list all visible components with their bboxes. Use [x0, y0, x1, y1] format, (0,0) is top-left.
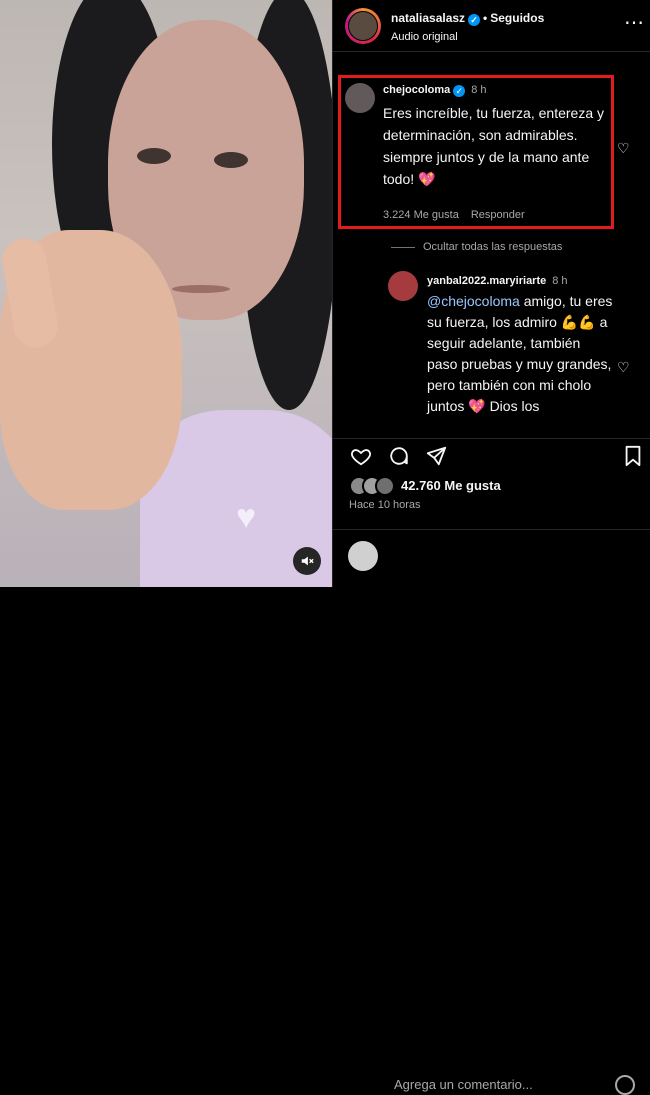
heart-icon: ♥ [236, 498, 257, 536]
hide-replies[interactable]: Ocultar todas las respuestas [391, 241, 562, 253]
post-likes[interactable]: 42.760 Me gusta [401, 478, 501, 493]
separator-dot: • [483, 11, 488, 25]
post-username[interactable]: nataliasalasz ✓ • Seguidos [391, 11, 544, 26]
reply-username[interactable]: yanbal2022.maryiriarte [427, 275, 546, 287]
verified-badge-icon: ✓ [453, 85, 466, 97]
left-eye [137, 148, 171, 164]
bookmark-icon[interactable] [621, 444, 645, 468]
mute-button[interactable] [293, 547, 321, 575]
reply-link[interactable]: Responder [471, 209, 525, 221]
right-eye [214, 152, 248, 168]
share-icon[interactable] [424, 444, 448, 468]
post-actions [333, 438, 650, 470]
more-icon[interactable]: ⋯ [624, 13, 645, 33]
bookmark-icon [625, 445, 641, 467]
heart-outline-icon[interactable]: ♡ [617, 140, 630, 157]
post-time: Hace 10 horas [349, 499, 421, 511]
comment-likes[interactable]: 3.224 Me gusta [383, 209, 459, 221]
comment-input[interactable]: Agrega un comentario... [394, 1077, 533, 1092]
reply-text: @chejocoloma amigo, tu eres su fuerza, l… [427, 291, 613, 417]
heart-outline-icon[interactable] [349, 444, 373, 468]
comment-avatar[interactable] [345, 83, 375, 113]
heart-outline-icon[interactable]: ♡ [617, 359, 630, 376]
profile-avatar-story-ring[interactable] [345, 8, 381, 44]
reply-header: yanbal2022.maryiriarte 8 h [427, 275, 568, 287]
mouth [172, 285, 230, 293]
comment-text: Eres increíble, tu fuerza, entereza y de… [383, 105, 604, 187]
username-text[interactable]: nataliasalasz [391, 11, 465, 25]
comment-username[interactable]: chejocoloma [383, 84, 450, 96]
comment-icon[interactable] [387, 444, 411, 468]
comment-composer: Agrega un comentario... [333, 529, 650, 1095]
reply-body: amigo, tu eres su fuerza, los admiro 💪💪 … [427, 293, 613, 414]
liker-avatar[interactable] [375, 476, 395, 496]
post-image: ♥ [0, 0, 332, 587]
emoji-icon[interactable] [615, 1075, 635, 1095]
comment-meta: 3.224 Me gusta Responder [383, 209, 525, 221]
comment-header: chejocoloma ✓ 8 h [383, 84, 487, 97]
post-header: nataliasalasz ✓ • Seguidos Audio original ⋯ [333, 0, 650, 52]
verified-badge-icon: ✓ [468, 14, 481, 26]
reply-mention[interactable]: @chejocoloma [427, 293, 520, 309]
reply-time: 8 h [552, 275, 568, 287]
hide-replies-text[interactable]: Ocultar todas las respuestas [423, 241, 562, 253]
comment-icon [390, 447, 408, 465]
share-icon [426, 446, 447, 466]
comment-time: 8 h [471, 84, 487, 96]
heart-outline-icon [351, 449, 371, 466]
audio-label[interactable]: Audio original [391, 31, 458, 43]
reply-avatar[interactable] [388, 271, 418, 301]
profile-avatar[interactable] [348, 11, 378, 41]
instagram-post-viewer: ♥ nataliasalasz ✓ • Seguidos Audio original… [0, 0, 650, 1095]
reply-line [391, 246, 415, 248]
speaker-muted-icon [301, 556, 314, 566]
post-side-panel: nataliasalasz ✓ • Seguidos Audio original ⋯… [332, 0, 650, 1095]
current-user-avatar [348, 541, 378, 571]
following-status[interactable]: Seguidos [490, 11, 544, 25]
